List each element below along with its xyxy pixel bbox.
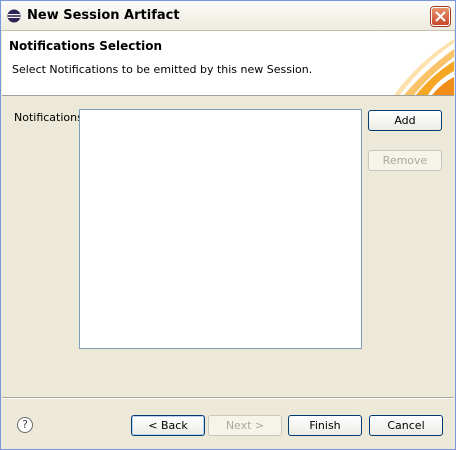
cancel-button[interactable]: Cancel [369,415,443,436]
close-icon [435,11,446,22]
title-bar[interactable]: New Session Artifact [1,1,455,31]
notifications-label: Notifications [14,111,83,124]
dialog-window: New Session Artifact Notifications Selec… [0,0,456,450]
page-title: Notifications Selection [9,39,162,53]
close-button[interactable] [431,7,450,26]
wizard-banner-graphic [394,39,454,95]
notifications-list[interactable] [79,109,362,349]
footer-separator [2,397,454,399]
add-button[interactable]: Add [368,110,442,131]
remove-button[interactable]: Remove [368,150,442,171]
finish-button[interactable]: Finish [288,415,362,436]
back-button[interactable]: < Back [131,415,205,436]
next-button[interactable]: Next > [208,415,282,436]
wizard-header: Notifications Selection Select Notificat… [2,31,454,96]
help-icon[interactable]: ? [17,417,33,433]
eclipse-icon [7,9,21,23]
page-description: Select Notifications to be emitted by th… [12,63,313,76]
window-title: New Session Artifact [27,8,180,23]
